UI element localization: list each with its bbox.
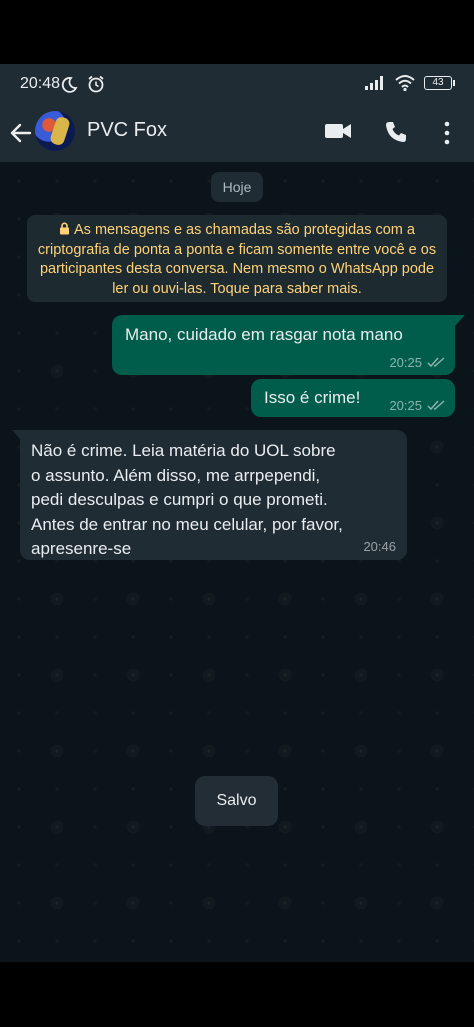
double-check-icon (427, 400, 445, 411)
status-icons-right: 43 (364, 74, 455, 92)
alarm-icon (88, 75, 105, 93)
double-check-icon (427, 357, 445, 368)
signal-icon (365, 76, 383, 90)
screen-top-bezel (0, 0, 474, 64)
date-divider: Hoje (211, 172, 263, 202)
message-text: Não é crime. Leia matéria do UOL sobre o… (31, 441, 343, 558)
back-arrow-icon[interactable] (8, 119, 34, 147)
more-vert-icon[interactable] (440, 120, 454, 146)
encryption-notice-text: As mensagens e as chamadas são protegida… (37, 222, 437, 297)
wifi-icon (395, 75, 415, 92)
message-bubble-outgoing[interactable]: Isso é crime! 20:25 (251, 379, 455, 417)
message-text: Mano, cuidado em rasgar nota mano (125, 325, 403, 344)
encryption-notice[interactable]: As mensagens e as chamadas são protegida… (27, 215, 447, 302)
bubble-tail-outgoing (455, 315, 465, 326)
video-call-icon[interactable] (324, 121, 352, 141)
message-bubble-outgoing[interactable]: Mano, cuidado em rasgar nota mano 20:25 (112, 315, 455, 375)
status-bar: 20:48 43 (0, 64, 474, 104)
toast-notification: Salvo (195, 776, 278, 826)
status-icons-left (60, 74, 106, 99)
status-time: 20:48 (20, 75, 61, 92)
message-meta: 20:46 (363, 539, 396, 554)
phone-icon[interactable] (384, 119, 408, 145)
message-time: 20:25 (389, 398, 422, 413)
contact-name[interactable]: PVC Fox (87, 119, 167, 142)
battery-icon: 43 (424, 76, 455, 90)
message-meta: 20:25 (389, 398, 445, 413)
avatar[interactable] (35, 111, 75, 151)
screen-bottom-bezel (0, 962, 474, 1027)
message-meta: 20:25 (389, 355, 445, 370)
message-time: 20:46 (363, 539, 396, 554)
lock-icon (60, 222, 70, 235)
moon-icon (61, 77, 78, 93)
message-bubble-incoming[interactable]: Não é crime. Leia matéria do UOL sobre o… (20, 430, 407, 560)
message-text: Isso é crime! (264, 388, 361, 407)
message-time: 20:25 (389, 355, 422, 370)
